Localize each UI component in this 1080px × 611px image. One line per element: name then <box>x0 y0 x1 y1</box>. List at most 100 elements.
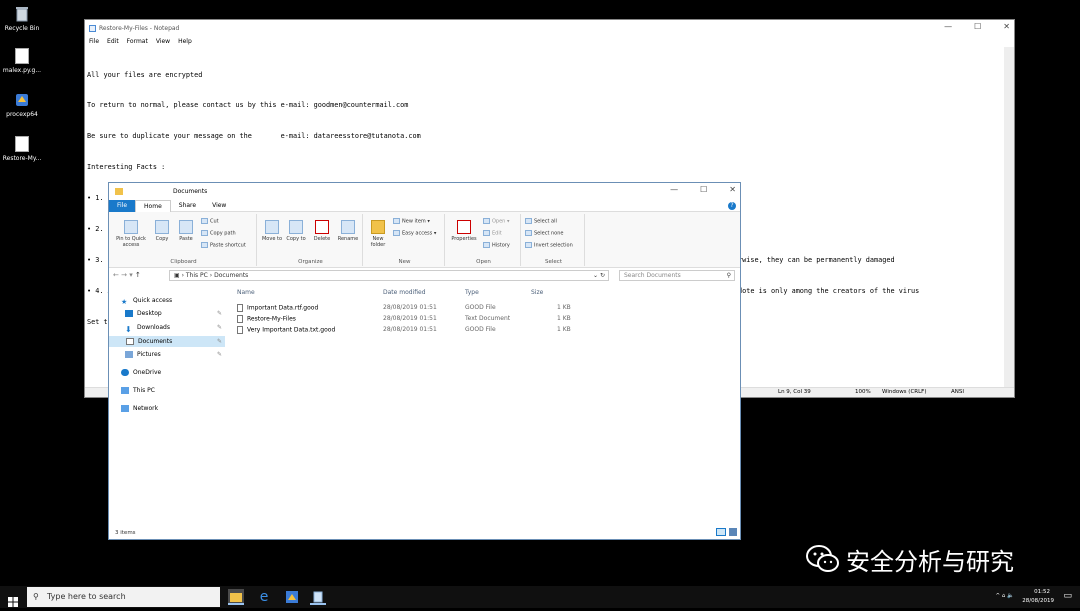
nav-documents[interactable]: Documents ✎ <box>109 336 225 347</box>
column-header-size[interactable]: Size <box>531 287 543 299</box>
clock-time[interactable]: 01:52 <box>1034 589 1050 595</box>
details-view-icon[interactable] <box>716 528 726 536</box>
tab-home[interactable]: Home <box>135 199 171 212</box>
copy-button[interactable]: Copy <box>151 220 173 242</box>
file-explorer-taskbar-icon[interactable] <box>228 589 244 605</box>
column-header-name[interactable]: Name <box>237 287 255 299</box>
forward-arrow-icon[interactable]: → <box>121 271 127 279</box>
menu-file[interactable]: File <box>89 38 99 45</box>
maximize-button[interactable]: ☐ <box>974 22 981 31</box>
minimize-button[interactable]: — <box>670 185 678 194</box>
explorer-titlebar[interactable]: Documents — ☐ ✕ <box>109 183 740 200</box>
edge-browser-icon[interactable]: e <box>256 589 272 605</box>
column-header-type[interactable]: Type <box>465 287 479 299</box>
large-icons-view-icon[interactable] <box>729 528 737 536</box>
tab-file[interactable]: File <box>109 199 136 212</box>
easy-access-icon <box>393 230 400 236</box>
windows-start-icon[interactable] <box>8 592 18 607</box>
file-name: Very Important Data.txt.good <box>237 326 335 334</box>
select-all-button[interactable]: Select all <box>525 218 557 225</box>
rename-button[interactable]: Rename <box>335 220 361 242</box>
star-icon: ★ <box>121 298 128 306</box>
paste-icon <box>179 220 193 234</box>
search-placeholder: Search Documents <box>624 272 681 279</box>
nav-quick-access[interactable]: ★ Quick access <box>121 295 172 306</box>
menu-edit[interactable]: Edit <box>107 38 119 45</box>
help-icon[interactable]: ? <box>728 201 736 210</box>
open-button[interactable]: Open ▾ <box>483 218 509 225</box>
menu-view[interactable]: View <box>156 38 170 45</box>
file-type: GOOD File <box>465 326 496 333</box>
breadcrumb-documents[interactable]: Documents <box>214 272 248 279</box>
select-none-button[interactable]: Select none <box>525 230 564 237</box>
nav-this-pc[interactable]: This PC <box>121 385 155 396</box>
paste-button[interactable]: Paste <box>175 220 197 242</box>
column-header-date[interactable]: Date modified <box>383 287 426 299</box>
new-item-button[interactable]: New item ▾ <box>393 218 430 225</box>
ribbon-tabs: File Home Share View ? <box>109 199 740 212</box>
file-size: 1 KB <box>557 315 571 322</box>
text-line: All your files are encrypted <box>87 70 203 79</box>
recent-chevron-icon[interactable]: ▾ <box>129 271 133 279</box>
procexp-taskbar-icon[interactable] <box>284 589 300 605</box>
edit-button[interactable]: Edit <box>483 230 502 237</box>
tray-icons[interactable]: ^ ⌂ 🔈 <box>996 593 1014 599</box>
copy-to-icon <box>289 220 303 234</box>
desktop-icon-recycle-bin[interactable]: Recycle Bin <box>0 6 44 33</box>
copy-path-button[interactable]: Copy path <box>201 230 236 237</box>
group-label: Organize <box>298 259 323 265</box>
pin-icon <box>124 220 138 234</box>
file-name: Important Data.rtf.good <box>237 304 318 312</box>
nav-network[interactable]: Network <box>121 403 158 414</box>
clock-date[interactable]: 28/08/2019 <box>1022 598 1054 604</box>
maximize-button[interactable]: ☐ <box>700 185 707 194</box>
group-label: New <box>398 259 411 265</box>
notification-icon[interactable]: ▭ <box>1063 591 1072 601</box>
table-row[interactable]: Important Data.rtf.good 28/08/2019 01:51… <box>233 303 573 314</box>
properties-button[interactable]: Properties <box>449 220 479 242</box>
download-icon: ⬇ <box>125 325 132 334</box>
address-bar[interactable]: ▣ › This PC › Documents ⌄ ↻ <box>169 270 609 281</box>
table-row[interactable]: Very Important Data.txt.good 28/08/2019 … <box>233 325 573 336</box>
close-button[interactable]: ✕ <box>1003 22 1010 31</box>
notepad-titlebar[interactable]: Restore-My-Files - Notepad — ☐ ✕ <box>85 20 1014 36</box>
rename-icon <box>341 220 355 234</box>
pin-quick-access-button[interactable]: Pin to Quick access <box>113 220 149 248</box>
menu-format[interactable]: Format <box>127 38 148 45</box>
copy-to-button[interactable]: Copy to <box>285 220 307 242</box>
search-input[interactable]: Search Documents ⚲ <box>619 270 735 281</box>
up-arrow-icon[interactable]: ↑ <box>135 271 141 279</box>
desktop-icon-malex[interactable]: malex.py.g... <box>0 48 44 75</box>
easy-access-button[interactable]: Easy access ▾ <box>393 230 436 237</box>
history-button[interactable]: History <box>483 242 510 249</box>
new-folder-button[interactable]: New folder <box>367 220 389 248</box>
refresh-icon[interactable]: ⌄ ↻ <box>593 271 605 281</box>
taskbar-search-input[interactable]: ⚲ Type here to search <box>27 587 220 607</box>
explorer-title: Documents <box>173 188 208 195</box>
desktop-icon-restore[interactable]: Restore-My... <box>0 136 44 163</box>
minimize-button[interactable]: — <box>944 22 952 31</box>
table-row[interactable]: Restore-My-Files 28/08/2019 01:51 Text D… <box>233 314 573 325</box>
pc-icon: ▣ <box>174 272 180 279</box>
cut-button[interactable]: Cut <box>201 218 219 225</box>
paste-shortcut-button[interactable]: Paste shortcut <box>201 242 246 249</box>
desktop-icon-procexp[interactable]: procexp64 <box>0 92 44 119</box>
notepad-taskbar-icon[interactable] <box>310 589 326 605</box>
delete-button[interactable]: Delete <box>311 220 333 242</box>
pin-icon: ✎ <box>217 310 223 317</box>
nav-desktop[interactable]: Desktop ✎ <box>125 308 222 319</box>
vertical-scrollbar[interactable] <box>1004 47 1014 390</box>
menu-help[interactable]: Help <box>178 38 192 45</box>
tab-share[interactable]: Share <box>171 200 204 212</box>
nav-onedrive[interactable]: OneDrive <box>121 367 161 378</box>
nav-pictures[interactable]: Pictures ✎ <box>125 349 222 360</box>
tab-view[interactable]: View <box>204 200 234 212</box>
select-all-icon <box>525 218 532 224</box>
recycle-bin-icon <box>15 6 29 22</box>
move-to-button[interactable]: Move to <box>261 220 283 242</box>
breadcrumb-this-pc[interactable]: This PC <box>186 272 208 279</box>
invert-selection-button[interactable]: Invert selection <box>525 242 573 249</box>
nav-downloads[interactable]: ⬇ Downloads ✎ <box>125 322 222 334</box>
back-arrow-icon[interactable]: ← <box>113 271 119 279</box>
close-button[interactable]: ✕ <box>729 185 736 194</box>
